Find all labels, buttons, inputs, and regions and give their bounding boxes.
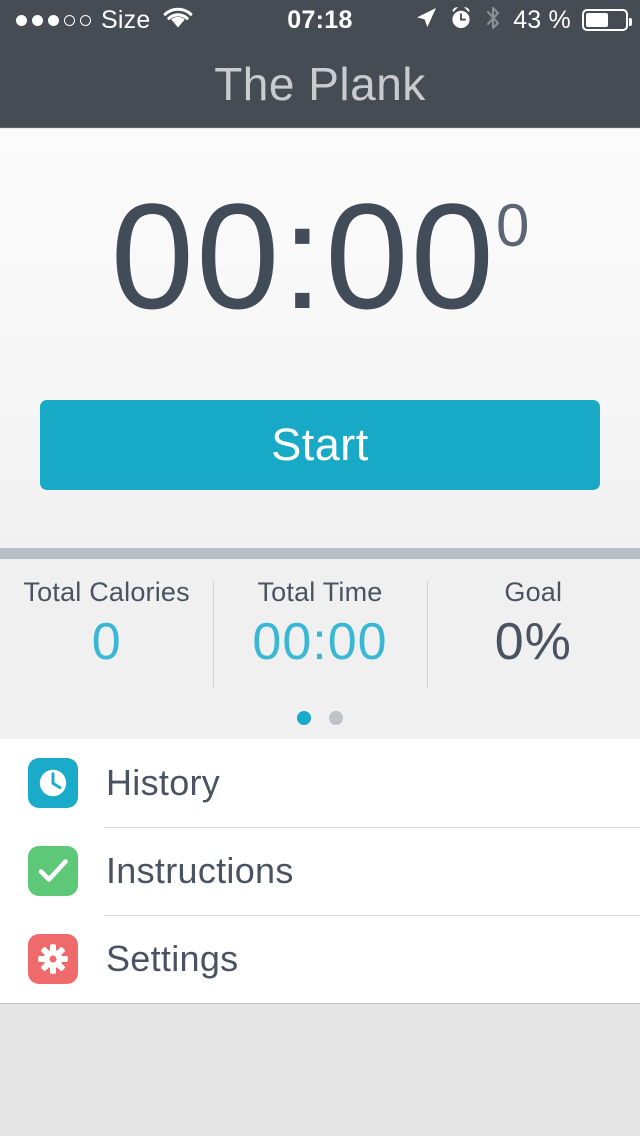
gear-icon	[28, 934, 78, 984]
menu-list: History Instructions Settings	[0, 739, 640, 1004]
navigation-bar: The Plank	[0, 40, 640, 128]
start-button[interactable]: Start	[40, 400, 600, 490]
menu-item-settings[interactable]: Settings	[0, 915, 640, 1003]
section-divider	[0, 548, 640, 559]
menu-item-history[interactable]: History	[0, 739, 640, 827]
bluetooth-icon	[484, 5, 502, 36]
stat-value: 00:00	[252, 613, 388, 671]
stat-value: 0	[91, 613, 122, 671]
stats-row: Total Calories 0 Total Time 00:00 Goal 0…	[0, 577, 640, 689]
page-dot-2[interactable]	[329, 711, 343, 725]
timer-main-value: 00:00	[110, 172, 496, 340]
timer-panel: 00:000 Start	[0, 129, 640, 548]
app-screen: Size 07:18 43 % The Plank 00:000 Start T…	[0, 0, 640, 1136]
menu-item-label: Settings	[106, 938, 239, 979]
menu-item-instructions[interactable]: Instructions	[0, 827, 640, 915]
battery-icon	[582, 9, 632, 31]
stats-panel[interactable]: Total Calories 0 Total Time 00:00 Goal 0…	[0, 559, 640, 739]
status-bar-right: 43 %	[414, 5, 632, 36]
menu-item-label: Instructions	[106, 850, 294, 891]
stat-total-calories: Total Calories 0	[0, 577, 213, 687]
stat-total-time: Total Time 00:00	[213, 577, 426, 689]
alarm-clock-icon	[449, 6, 473, 35]
timer-display: 00:000	[0, 181, 640, 331]
page-indicator-dots[interactable]	[0, 711, 640, 725]
clock-icon	[28, 758, 78, 808]
page-dot-1[interactable]	[297, 711, 311, 725]
stat-label: Total Calories	[23, 577, 190, 607]
stat-goal: Goal 0%	[426, 577, 640, 689]
stat-label: Goal	[504, 577, 563, 607]
status-bar: Size 07:18 43 %	[0, 0, 640, 40]
battery-fill	[586, 13, 608, 27]
page-title: The Plank	[214, 57, 426, 110]
menu-item-label: History	[106, 762, 221, 803]
checkmark-icon	[28, 846, 78, 896]
timer-fraction-value: 0	[496, 192, 530, 259]
footer-blank-area	[0, 1004, 640, 1136]
stat-value: 0%	[494, 613, 572, 671]
battery-percent-label: 43 %	[513, 5, 571, 34]
location-arrow-icon	[414, 6, 438, 35]
stat-label: Total Time	[257, 577, 383, 607]
